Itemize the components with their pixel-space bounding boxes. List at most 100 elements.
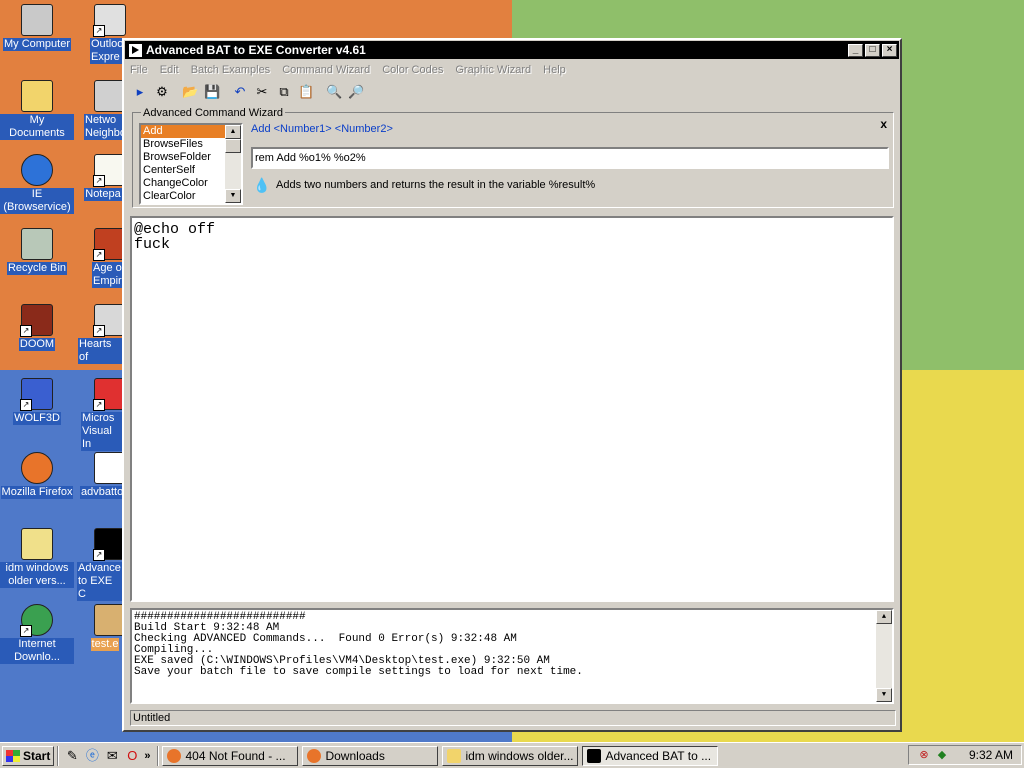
menu-edit[interactable]: Edit <box>160 64 179 76</box>
desktop-icon-idm-windows[interactable]: idm windows older vers... <box>0 528 74 588</box>
doom-icon: ↗ <box>20 304 53 337</box>
desktop-icon-network[interactable]: Netwo Neighbor <box>80 80 130 140</box>
menu-color-codes[interactable]: Color Codes <box>382 64 443 76</box>
firefox-icon <box>167 748 182 763</box>
desktop-icon-my-computer[interactable]: My Computer <box>0 4 74 51</box>
desktop-icon-label: Internet Downlo... <box>0 638 74 664</box>
menu-command-wizard[interactable]: Command Wizard <box>282 64 370 76</box>
task-404-not-found[interactable]: 404 Not Found - ... <box>162 745 299 766</box>
scroll-thumb[interactable] <box>225 139 241 153</box>
output-scrollbar[interactable]: ▲ ▼ <box>876 610 892 702</box>
command-description: Adds two numbers and returns the result … <box>276 179 596 191</box>
desktop-icon-notepad[interactable]: ↗ Notepa <box>80 154 126 201</box>
task-advanced-bat[interactable]: Advanced BAT to ... <box>582 745 719 766</box>
editor-line: fuck <box>134 236 171 253</box>
quicklaunch-more-icon[interactable]: » <box>144 750 150 762</box>
desktop-icon-visual-interdev[interactable]: ↗ Micros Visual In <box>80 378 126 451</box>
task-label: Downloads <box>325 748 385 763</box>
toolbar: ▸ ⚙ 📂 💾 ↶ ✂ ⧉ 📋 🔍 🔎 <box>124 80 900 104</box>
windows-logo-icon <box>6 749 20 762</box>
download-tray-icon[interactable]: ◆ <box>935 748 949 762</box>
desktop-icon-label: Advance to EXE C <box>77 562 123 601</box>
desktop-icon-doom[interactable]: ↗ DOOM <box>0 304 74 351</box>
run-icon[interactable]: ▸ <box>132 84 148 100</box>
desktop-icon-label: IE (Browservice) <box>0 188 74 214</box>
desktop-icon-test-exe[interactable]: test.e <box>80 604 126 651</box>
zip-folder-icon <box>21 528 53 560</box>
desktop-icon-label: idm windows older vers... <box>0 562 74 588</box>
desktop-icon-ie[interactable]: IE (Browservice) <box>0 154 74 214</box>
save-icon[interactable]: 💾 <box>204 84 220 100</box>
title-bar[interactable]: Advanced BAT to EXE Converter v4.61 _ □ … <box>125 41 899 59</box>
task-idm-windows[interactable]: idm windows older... <box>442 745 579 766</box>
start-label: Start <box>23 748 51 763</box>
command-list[interactable]: Add BrowseFiles BrowseFolder CenterSelf … <box>139 123 243 205</box>
desktop-icon-label: WOLF3D <box>13 412 61 425</box>
batch-editor[interactable]: @echo off fuck <box>130 216 894 602</box>
cut-icon[interactable]: ✂ <box>254 84 270 100</box>
wolf3d-icon: ↗ <box>20 378 53 411</box>
folder-icon <box>447 748 462 763</box>
folder-icon <box>21 80 53 112</box>
clock[interactable]: 9:32 AM <box>969 748 1013 762</box>
close-button[interactable]: × <box>882 43 897 57</box>
desktop-icon-advbatto[interactable]: advbatto <box>80 452 126 499</box>
firefox-icon <box>307 748 322 763</box>
paste-icon[interactable]: 📋 <box>298 84 314 100</box>
show-desktop-icon[interactable]: ✎ <box>64 748 80 764</box>
undo-icon[interactable]: ↶ <box>232 84 248 100</box>
command-list-scrollbar[interactable]: ▲ ▼ <box>225 125 241 203</box>
build-output[interactable]: ########################## Build Start 9… <box>130 608 894 704</box>
desktop-icon-hearts-of[interactable]: ↗ Hearts of <box>78 304 126 364</box>
copy-icon[interactable]: ⧉ <box>276 84 292 100</box>
desktop-icon-firefox[interactable]: Mozilla Firefox <box>0 452 74 499</box>
desktop-icon-label: My Documents <box>0 114 74 140</box>
app-icon[interactable] <box>129 43 142 57</box>
network-tray-icon[interactable]: ⊗ <box>917 748 931 762</box>
zoom-out-icon[interactable]: 🔎 <box>348 84 364 100</box>
firefox-icon <box>21 452 53 484</box>
desktop-icon-my-documents[interactable]: My Documents <box>0 80 74 140</box>
taskbar: Start ✎ ⓔ ✉ O » 404 Not Found - ... Down… <box>0 742 1024 768</box>
desktop-icon-advanced-bat[interactable]: ↗ Advance to EXE C <box>77 528 126 601</box>
scroll-up-icon[interactable]: ▲ <box>876 610 892 624</box>
task-label: 404 Not Found - ... <box>185 748 286 763</box>
desktop-icon-label: Recycle Bin <box>6 262 68 275</box>
outlook-icon: ↗ <box>93 4 126 37</box>
desktop-icon-recycle-bin[interactable]: Recycle Bin <box>0 228 74 275</box>
menu-batch-examples[interactable]: Batch Examples <box>191 64 270 76</box>
desktop-icon-label: Notepa <box>84 188 122 201</box>
ie-quicklaunch-icon[interactable]: ⓔ <box>84 748 100 764</box>
open-folder-icon[interactable]: 📂 <box>182 84 198 100</box>
scroll-down-icon[interactable]: ▼ <box>876 688 892 702</box>
menu-help[interactable]: Help <box>543 64 566 76</box>
desktop-icon-age-of-empires[interactable]: ↗ Age o Empir <box>80 228 128 288</box>
wizard-close-button[interactable]: x <box>880 117 887 131</box>
menu-graphic-wizard[interactable]: Graphic Wizard <box>455 64 531 76</box>
start-button[interactable]: Start <box>2 745 55 766</box>
internet-explorer-icon <box>21 154 53 186</box>
recycle-bin-icon <box>21 228 53 260</box>
minimize-button[interactable]: _ <box>848 43 863 57</box>
desktop-icon-label: Hearts of <box>78 338 124 364</box>
computer-icon <box>21 4 53 36</box>
status-bar: Untitled <box>130 710 896 726</box>
compile-icon[interactable]: ⚙ <box>154 84 170 100</box>
menu-file[interactable]: File <box>130 64 148 76</box>
bat-to-exe-icon <box>587 748 602 763</box>
desktop-icon-label: My Computer <box>2 38 72 51</box>
desktop-icon-internet-download[interactable]: ↗ Internet Downlo... <box>0 604 74 664</box>
wizard-command-input[interactable]: rem Add %o1% %o2% <box>251 147 889 169</box>
zoom-in-icon[interactable]: 🔍 <box>326 84 342 100</box>
info-drop-icon: 💧 <box>253 177 271 193</box>
desktop-icon-wolf3d[interactable]: ↗ WOLF3D <box>0 378 74 425</box>
task-downloads[interactable]: Downloads <box>302 745 439 766</box>
opera-quicklaunch-icon[interactable]: O <box>124 748 140 764</box>
scroll-down-icon[interactable]: ▼ <box>225 189 241 203</box>
desktop-icon-outlook[interactable]: ↗ Outlook Expre <box>80 4 132 64</box>
idm-icon: ↗ <box>20 604 53 637</box>
system-tray: ⊗ ◆ 9:32 AM <box>908 745 1022 765</box>
scroll-up-icon[interactable]: ▲ <box>225 125 241 139</box>
outlook-quicklaunch-icon[interactable]: ✉ <box>104 748 120 764</box>
maximize-button[interactable]: □ <box>865 43 880 57</box>
